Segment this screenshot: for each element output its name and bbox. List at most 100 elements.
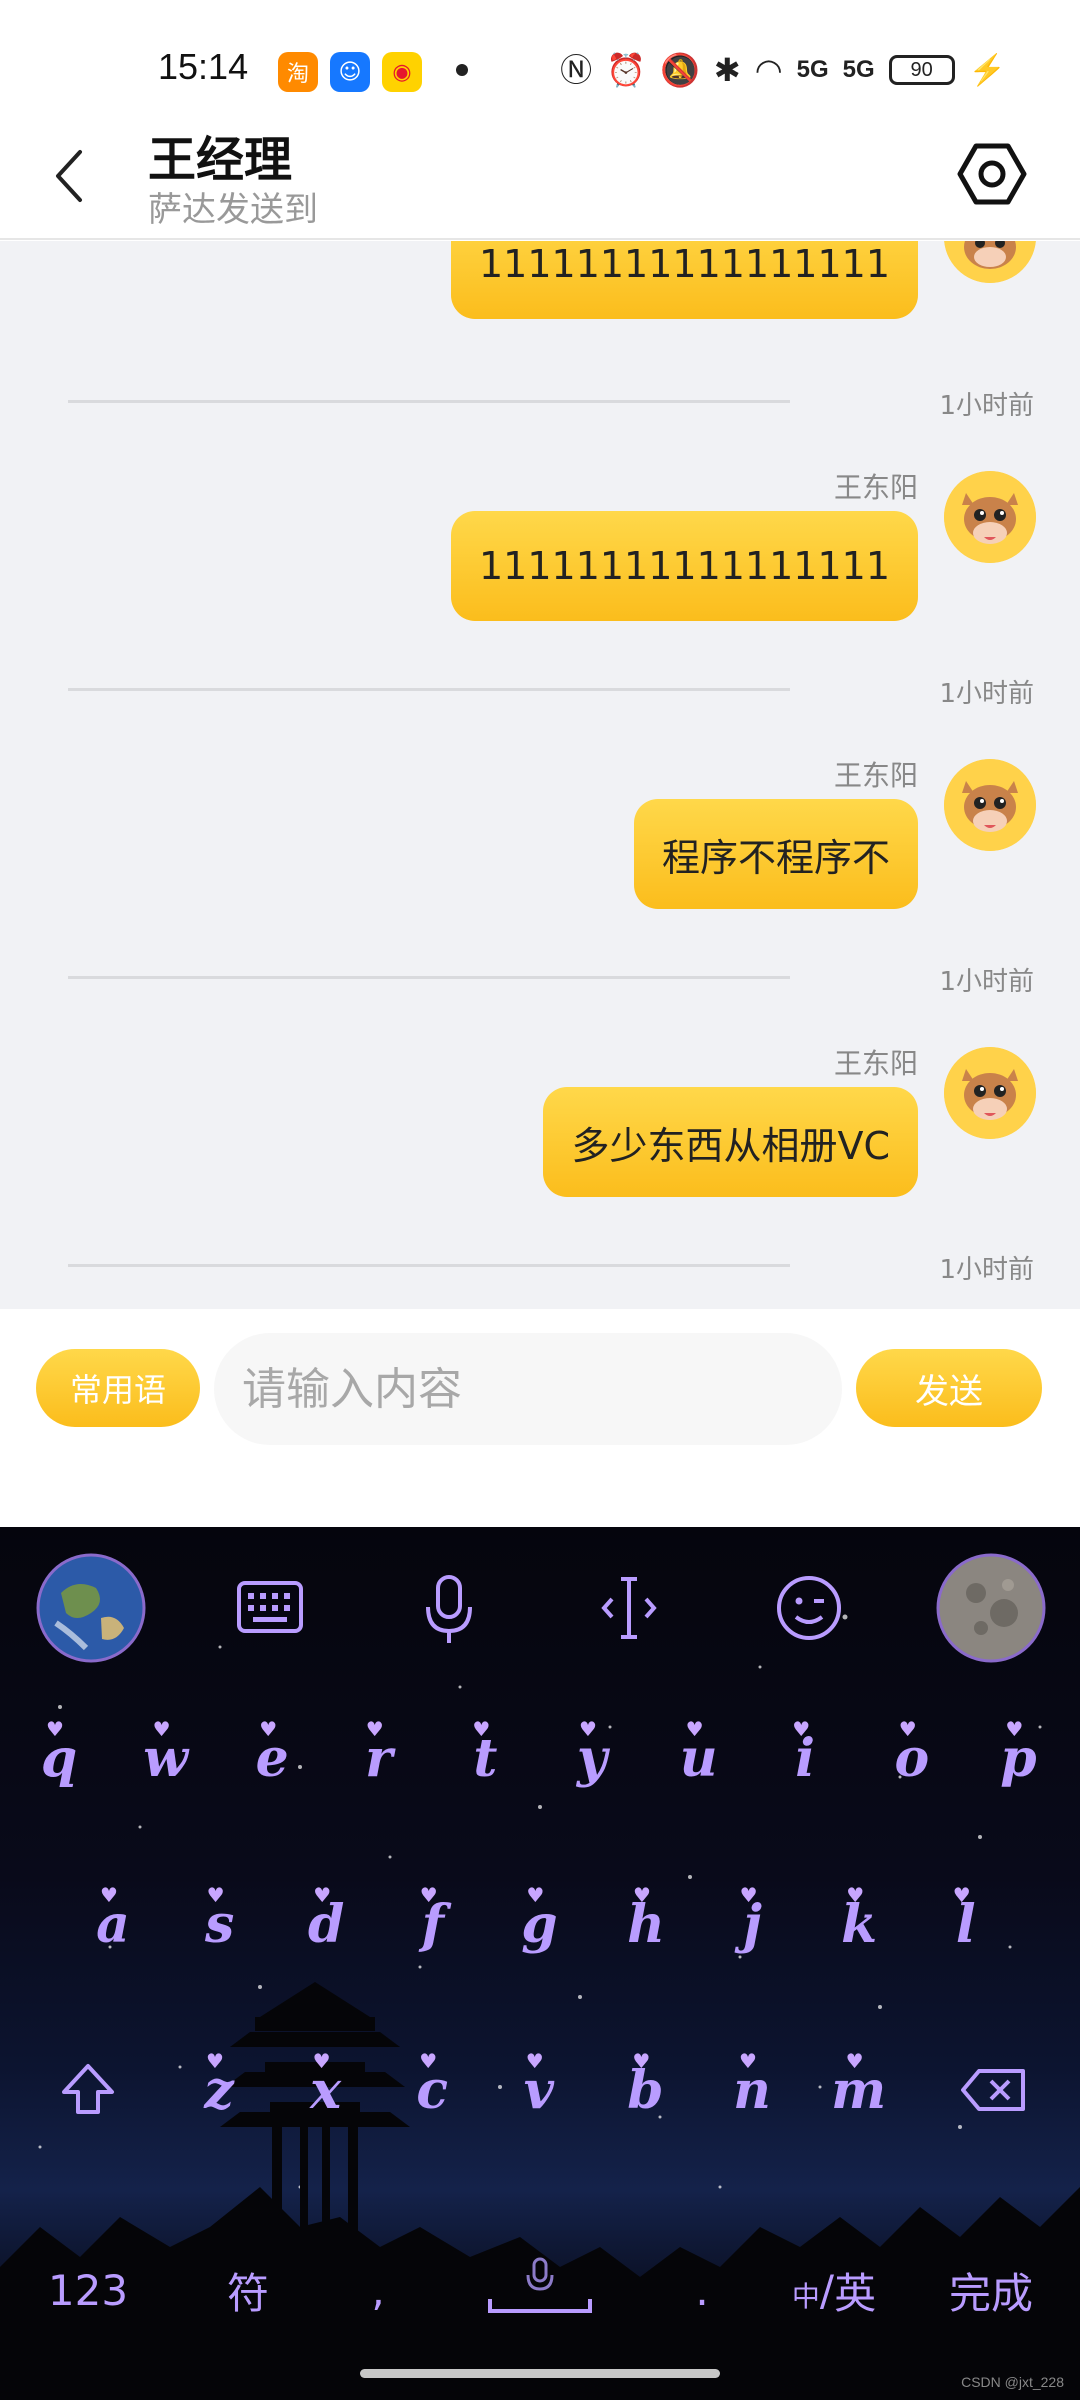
battery-icon: 90 xyxy=(888,55,955,85)
key-r[interactable]: ♥ r xyxy=(334,1703,424,1813)
period-key[interactable]: . xyxy=(654,2235,750,2345)
watermark: CSDN @jxt_228 xyxy=(961,2374,1064,2390)
backspace-key[interactable] xyxy=(946,2035,1042,2145)
settings-button[interactable] xyxy=(956,138,1028,210)
heart-decoration-icon: ♥ xyxy=(579,1717,597,1741)
soft-keyboard: ♥ q ♥ w ♥ e ♥ r ♥ t ♥ y ♥ u ♥ i ♥ o ♥ p ♥ a ♥ s ♥ d ♥ f ♥ g ♥ h ♥ j ♥ k ♥ l … xyxy=(0,1527,1080,2400)
avatar[interactable] xyxy=(944,759,1036,851)
key-k[interactable]: ♥ k xyxy=(814,1869,904,1979)
heart-decoration-icon: ♥ xyxy=(419,2049,438,2073)
key-w[interactable]: ♥ w xyxy=(121,1703,211,1813)
robot-app-icon: ☺ xyxy=(330,52,370,92)
divider xyxy=(68,1264,790,1267)
send-button[interactable]: 发送 xyxy=(856,1349,1042,1427)
voice-input-button[interactable] xyxy=(394,1553,504,1663)
key-h[interactable]: ♥ h xyxy=(601,1869,691,1979)
key-o[interactable]: ♥ o xyxy=(867,1703,957,1813)
message-bubble[interactable]: 11111111111111111 xyxy=(450,241,918,319)
settings-hexagon-icon xyxy=(957,143,1027,205)
message-time: 1小时前 xyxy=(939,967,1034,997)
done-key[interactable]: 完成 xyxy=(936,2235,1046,2345)
message-input[interactable] xyxy=(214,1333,842,1445)
message-time: 1小时前 xyxy=(939,391,1034,421)
message-text: 程序不程序不 xyxy=(661,835,890,880)
comma-key[interactable]: , xyxy=(330,2235,426,2345)
key-x[interactable]: ♥ x xyxy=(281,2035,371,2145)
divider xyxy=(68,400,790,403)
page-title: 王经理 xyxy=(148,132,293,188)
avatar[interactable] xyxy=(944,1047,1036,1139)
key-f[interactable]: ♥ f xyxy=(388,1869,478,1979)
emoji-button[interactable] xyxy=(754,1553,864,1663)
lang-en-label: 英 xyxy=(834,2268,877,2318)
chat-message-list[interactable]: 11111111111111111 1小时前 王东阳 1111111111111… xyxy=(0,241,1080,1309)
heart-decoration-icon: ♥ xyxy=(313,1883,332,1907)
emoji-wink-icon xyxy=(777,1576,841,1640)
avatar[interactable] xyxy=(944,241,1036,283)
space-key[interactable] xyxy=(480,2235,600,2345)
shift-arrow-icon xyxy=(62,2064,114,2114)
heart-decoration-icon: ♥ xyxy=(419,1883,438,1907)
language-switch-key[interactable]: 中 / 英 xyxy=(774,2235,894,2345)
cow-avatar-icon xyxy=(944,759,1036,851)
key-a[interactable]: ♥ a xyxy=(68,1869,158,1979)
nfc-icon: Ⓝ xyxy=(560,52,593,88)
numbers-key[interactable]: 123 xyxy=(40,2235,136,2345)
message-bubble[interactable]: 多少东西从相册VC xyxy=(543,1087,918,1197)
sender-name: 王东阳 xyxy=(833,759,918,792)
shift-key[interactable] xyxy=(40,2035,136,2145)
microphone-icon xyxy=(426,1575,472,1643)
key-s[interactable]: ♥ s xyxy=(175,1869,265,1979)
status-bar: 15:14 淘 ☺ ◉ Ⓝ ⏰ 🔕 ✱ ◠ 5G 5G 90 ⚡ xyxy=(0,0,1080,110)
key-m[interactable]: ♥ m xyxy=(814,2035,904,2145)
chevron-left-icon xyxy=(56,150,82,202)
key-j[interactable]: ♥ j xyxy=(708,1869,798,1979)
key-d[interactable]: ♥ d xyxy=(281,1869,371,1979)
key-q[interactable]: ♥ q xyxy=(14,1703,104,1813)
moon-theme-button[interactable] xyxy=(936,1553,1046,1663)
key-c[interactable]: ♥ c xyxy=(387,2035,477,2145)
key-i[interactable]: ♥ i xyxy=(760,1703,850,1813)
heart-decoration-icon: ♥ xyxy=(206,2049,224,2073)
key-t[interactable]: ♥ t xyxy=(440,1703,530,1813)
common-phrases-button[interactable]: 常用语 xyxy=(36,1349,200,1427)
keyboard-toggle-button[interactable] xyxy=(215,1553,325,1663)
key-p[interactable]: ♥ p xyxy=(973,1703,1063,1813)
mute-icon: 🔕 xyxy=(660,52,700,88)
key-g[interactable]: ♥ g xyxy=(494,1869,584,1979)
key-u[interactable]: ♥ u xyxy=(654,1703,744,1813)
heart-decoration-icon: ♥ xyxy=(685,1717,704,1741)
message-text: 多少东西从相册VC xyxy=(571,1123,890,1168)
wifi-icon: ◠ xyxy=(754,52,783,88)
cow-avatar-icon xyxy=(944,241,1036,283)
heart-decoration-icon: ♥ xyxy=(1005,1717,1024,1741)
key-n[interactable]: ♥ n xyxy=(707,2035,797,2145)
cursor-move-button[interactable] xyxy=(574,1553,684,1663)
key-e[interactable]: ♥ e xyxy=(227,1703,317,1813)
message-bubble[interactable]: 程序不程序不 xyxy=(633,799,918,909)
key-y[interactable]: ♥ y xyxy=(547,1703,637,1813)
earth-theme-button[interactable] xyxy=(36,1553,146,1663)
back-button[interactable] xyxy=(46,144,94,208)
notification-icons: 淘 ☺ ◉ xyxy=(278,52,422,92)
key-l[interactable]: ♥ l xyxy=(921,1869,1011,1979)
heart-decoration-icon: ♥ xyxy=(739,2049,757,2073)
home-indicator[interactable] xyxy=(360,2369,720,2378)
taobao-icon: 淘 xyxy=(278,52,318,92)
key-v[interactable]: ♥ v xyxy=(494,2035,584,2145)
message-text: 11111111111111111 xyxy=(478,242,890,286)
alarm-icon: ⏰ xyxy=(606,52,647,88)
heart-decoration-icon: ♥ xyxy=(525,2049,544,2073)
symbols-key[interactable]: 符 xyxy=(200,2235,296,2345)
heart-decoration-icon: ♥ xyxy=(845,2049,864,2073)
heart-decoration-icon: ♥ xyxy=(632,2049,651,2073)
heart-decoration-icon: ♥ xyxy=(472,1717,491,1741)
key-b[interactable]: ♥ b xyxy=(600,2035,690,2145)
heart-decoration-icon: ♥ xyxy=(100,1883,118,1907)
message-bubble[interactable]: 11111111111111111 xyxy=(450,511,918,621)
avatar[interactable] xyxy=(944,471,1036,563)
heart-decoration-icon: ♥ xyxy=(739,1883,758,1907)
weibo-icon: ◉ xyxy=(382,52,422,92)
key-z[interactable]: ♥ z xyxy=(174,2035,264,2145)
heart-decoration-icon: ♥ xyxy=(952,1883,971,1907)
